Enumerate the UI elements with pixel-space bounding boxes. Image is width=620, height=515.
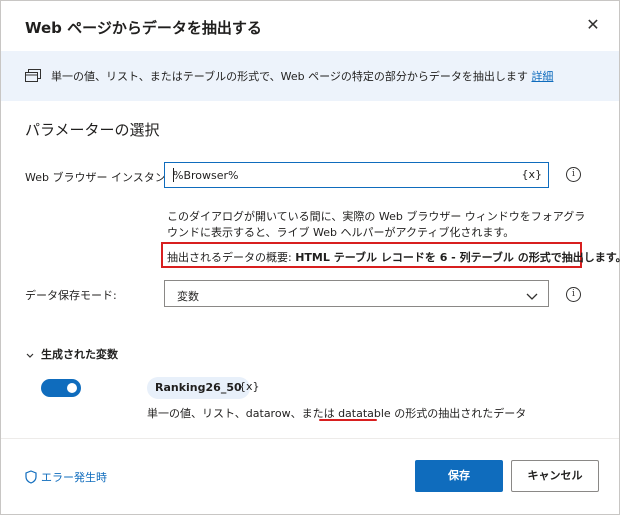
info-description: 単一の値、リスト、またはテーブルの形式で、Web ページの特定の部分からデータを… — [51, 70, 528, 83]
summary-detail: HTML テーブル レコードを 6 - 列テーブル の形式で抽出します。 — [295, 251, 620, 264]
section-title: パラメーターの選択 — [25, 121, 160, 139]
summary-prefix: 抽出されるデータの概要: — [167, 251, 296, 264]
shield-icon — [25, 470, 37, 484]
window-icon — [25, 68, 41, 87]
on-error-label: エラー発生時 — [41, 471, 107, 484]
info-bar: 単一の値、リスト、またはテーブルの形式で、Web ページの特定の部分からデータを… — [1, 51, 619, 101]
close-icon[interactable]: ✕ — [583, 15, 603, 35]
variable-description-after: の形式の抽出されたデータ — [390, 407, 527, 420]
variable-name-chip[interactable]: Ranking26_50 — [147, 377, 250, 399]
extraction-summary-box: 抽出されるデータの概要: HTML テーブル レコードを 6 - 列テーブル の… — [161, 242, 620, 268]
browser-instance-label: Web ブラウザー インスタンス: — [25, 171, 181, 184]
storage-mode-info-icon[interactable]: i — [566, 287, 581, 302]
toggle-knob — [67, 383, 77, 393]
storage-mode-label: データ保存モード: — [25, 289, 117, 302]
dialog-title: Web ページからデータを抽出する — [25, 19, 262, 37]
learn-more-link[interactable]: 詳細 — [531, 70, 553, 83]
variable-description-before: 単一の値、リスト、datarow、または — [147, 407, 339, 420]
browser-instance-input[interactable]: %Browser% {x} — [164, 162, 549, 188]
browser-instance-value: %Browser% — [173, 169, 239, 182]
collapse-chevron-icon[interactable] — [25, 346, 35, 365]
variable-toggle[interactable] — [41, 379, 81, 397]
live-helper-hint: このダイアログが開いている間に、実際の Web ブラウザー ウィンドウをフォアグ… — [167, 210, 586, 239]
footer-divider — [1, 438, 619, 439]
storage-mode-select[interactable]: 変数 — [164, 280, 549, 307]
generated-variables-header[interactable]: 生成された変数 — [41, 346, 118, 362]
save-button[interactable]: 保存 — [415, 460, 503, 492]
browser-instance-info-icon[interactable]: i — [566, 167, 581, 182]
datatable-annotation-underline — [319, 419, 377, 421]
info-bar-text: 単一の値、リスト、またはテーブルの形式で、Web ページの特定の部分からデータを… — [51, 68, 553, 84]
storage-mode-value: 変数 — [177, 290, 199, 303]
variable-picker-button[interactable]: {x} — [521, 168, 542, 181]
extract-data-dialog: Web ページからデータを抽出する ✕ 単一の値、リスト、またはテーブルの形式で… — [0, 0, 620, 515]
variable-icon: {x} — [239, 380, 260, 393]
on-error-link[interactable]: エラー発生時 — [25, 469, 107, 485]
cancel-button[interactable]: キャンセル — [511, 460, 599, 492]
chevron-down-icon — [526, 287, 538, 300]
extraction-summary: 抽出されるデータの概要: HTML テーブル レコードを 6 - 列テーブル の… — [167, 249, 620, 265]
